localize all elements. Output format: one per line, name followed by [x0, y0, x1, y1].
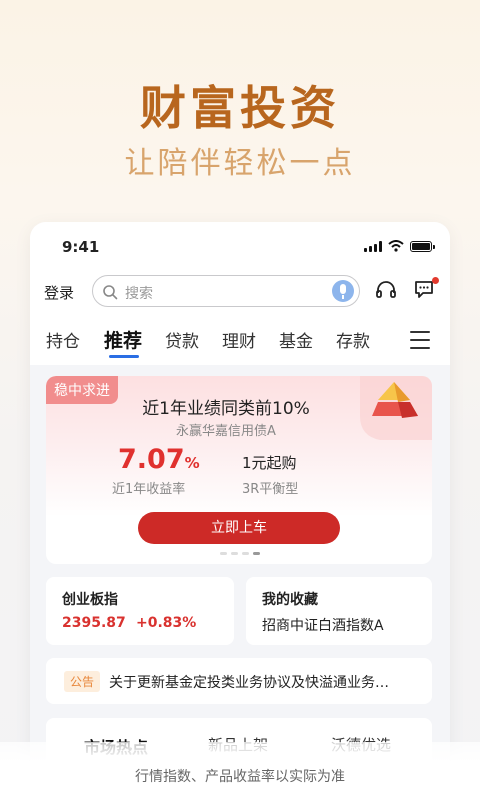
tab-deposits[interactable]: 存款	[336, 327, 370, 352]
search-icon	[103, 285, 118, 300]
yield-rate: 7.07%	[118, 444, 200, 475]
app-header: 登录 搜索	[30, 272, 450, 317]
search-input[interactable]: 搜索	[92, 275, 360, 307]
disclaimer-text: 行情指数、产品收益率以实际为准	[135, 769, 345, 785]
status-time: 9:41	[62, 238, 100, 256]
fund-name: 永赢华嘉信用债A	[176, 424, 276, 439]
favorites-card[interactable]: 我的收藏 招商中证白酒指数A	[246, 577, 432, 645]
notice-tag: 公告	[64, 671, 101, 692]
tab-wealth[interactable]: 理财	[222, 327, 256, 352]
min-purchase: 1元起购	[242, 454, 297, 472]
signal-icon	[364, 240, 382, 252]
carousel-dots	[220, 552, 260, 555]
notice-bar[interactable]: 公告 关于更新基金定投类业务协议及快溢通业务…	[46, 658, 432, 704]
login-button[interactable]: 登录	[44, 282, 74, 303]
category-tabs: 持仓 推荐 贷款 理财 基金 存款	[30, 317, 450, 365]
index-change: +0.83%	[136, 615, 197, 631]
phone-frame: 9:41 登录 搜索 持仓 推荐 贷款 理财 基金 存款 稳中求进 近1年业绩同…	[30, 222, 450, 800]
favorite-item: 招商中证白酒指数A	[262, 618, 384, 634]
index-value: 2395.87	[62, 615, 126, 631]
customer-service-icon[interactable]	[375, 280, 397, 302]
hero-title: 财富投资	[140, 81, 340, 135]
search-placeholder: 搜索	[125, 286, 153, 302]
status-bar: 9:41	[30, 222, 450, 272]
notice-text: 关于更新基金定投类业务协议及快溢通业务…	[109, 675, 389, 691]
active-tab-indicator	[109, 355, 139, 358]
tab-funds[interactable]: 基金	[279, 327, 313, 352]
tab-recommended[interactable]: 推荐	[104, 326, 142, 353]
risk-level: 3R平衡型	[242, 482, 299, 497]
notification-dot	[432, 277, 439, 284]
voice-search-icon[interactable]	[332, 280, 354, 302]
hero-subtitle: 让陪伴轻松一点	[124, 146, 356, 181]
tab-holdings[interactable]: 持仓	[46, 327, 80, 352]
battery-icon	[410, 240, 435, 252]
index-name: 创业板指	[62, 592, 118, 608]
promo-banner[interactable]: 稳中求进 近1年业绩同类前10% 永赢华嘉信用债A 7.07% 近1年收益率 1…	[46, 376, 432, 564]
wifi-icon	[388, 240, 404, 252]
yield-rate-label: 近1年收益率	[112, 482, 186, 497]
tab-loans[interactable]: 贷款	[165, 327, 199, 352]
favorites-title: 我的收藏	[262, 592, 318, 608]
banner-headline: 近1年业绩同类前10%	[142, 399, 310, 419]
menu-icon[interactable]	[410, 331, 430, 349]
index-card[interactable]: 创业板指 2395.87 +0.83%	[46, 577, 234, 645]
status-icons	[364, 240, 435, 252]
buy-now-button[interactable]: 立即上车	[138, 512, 340, 544]
